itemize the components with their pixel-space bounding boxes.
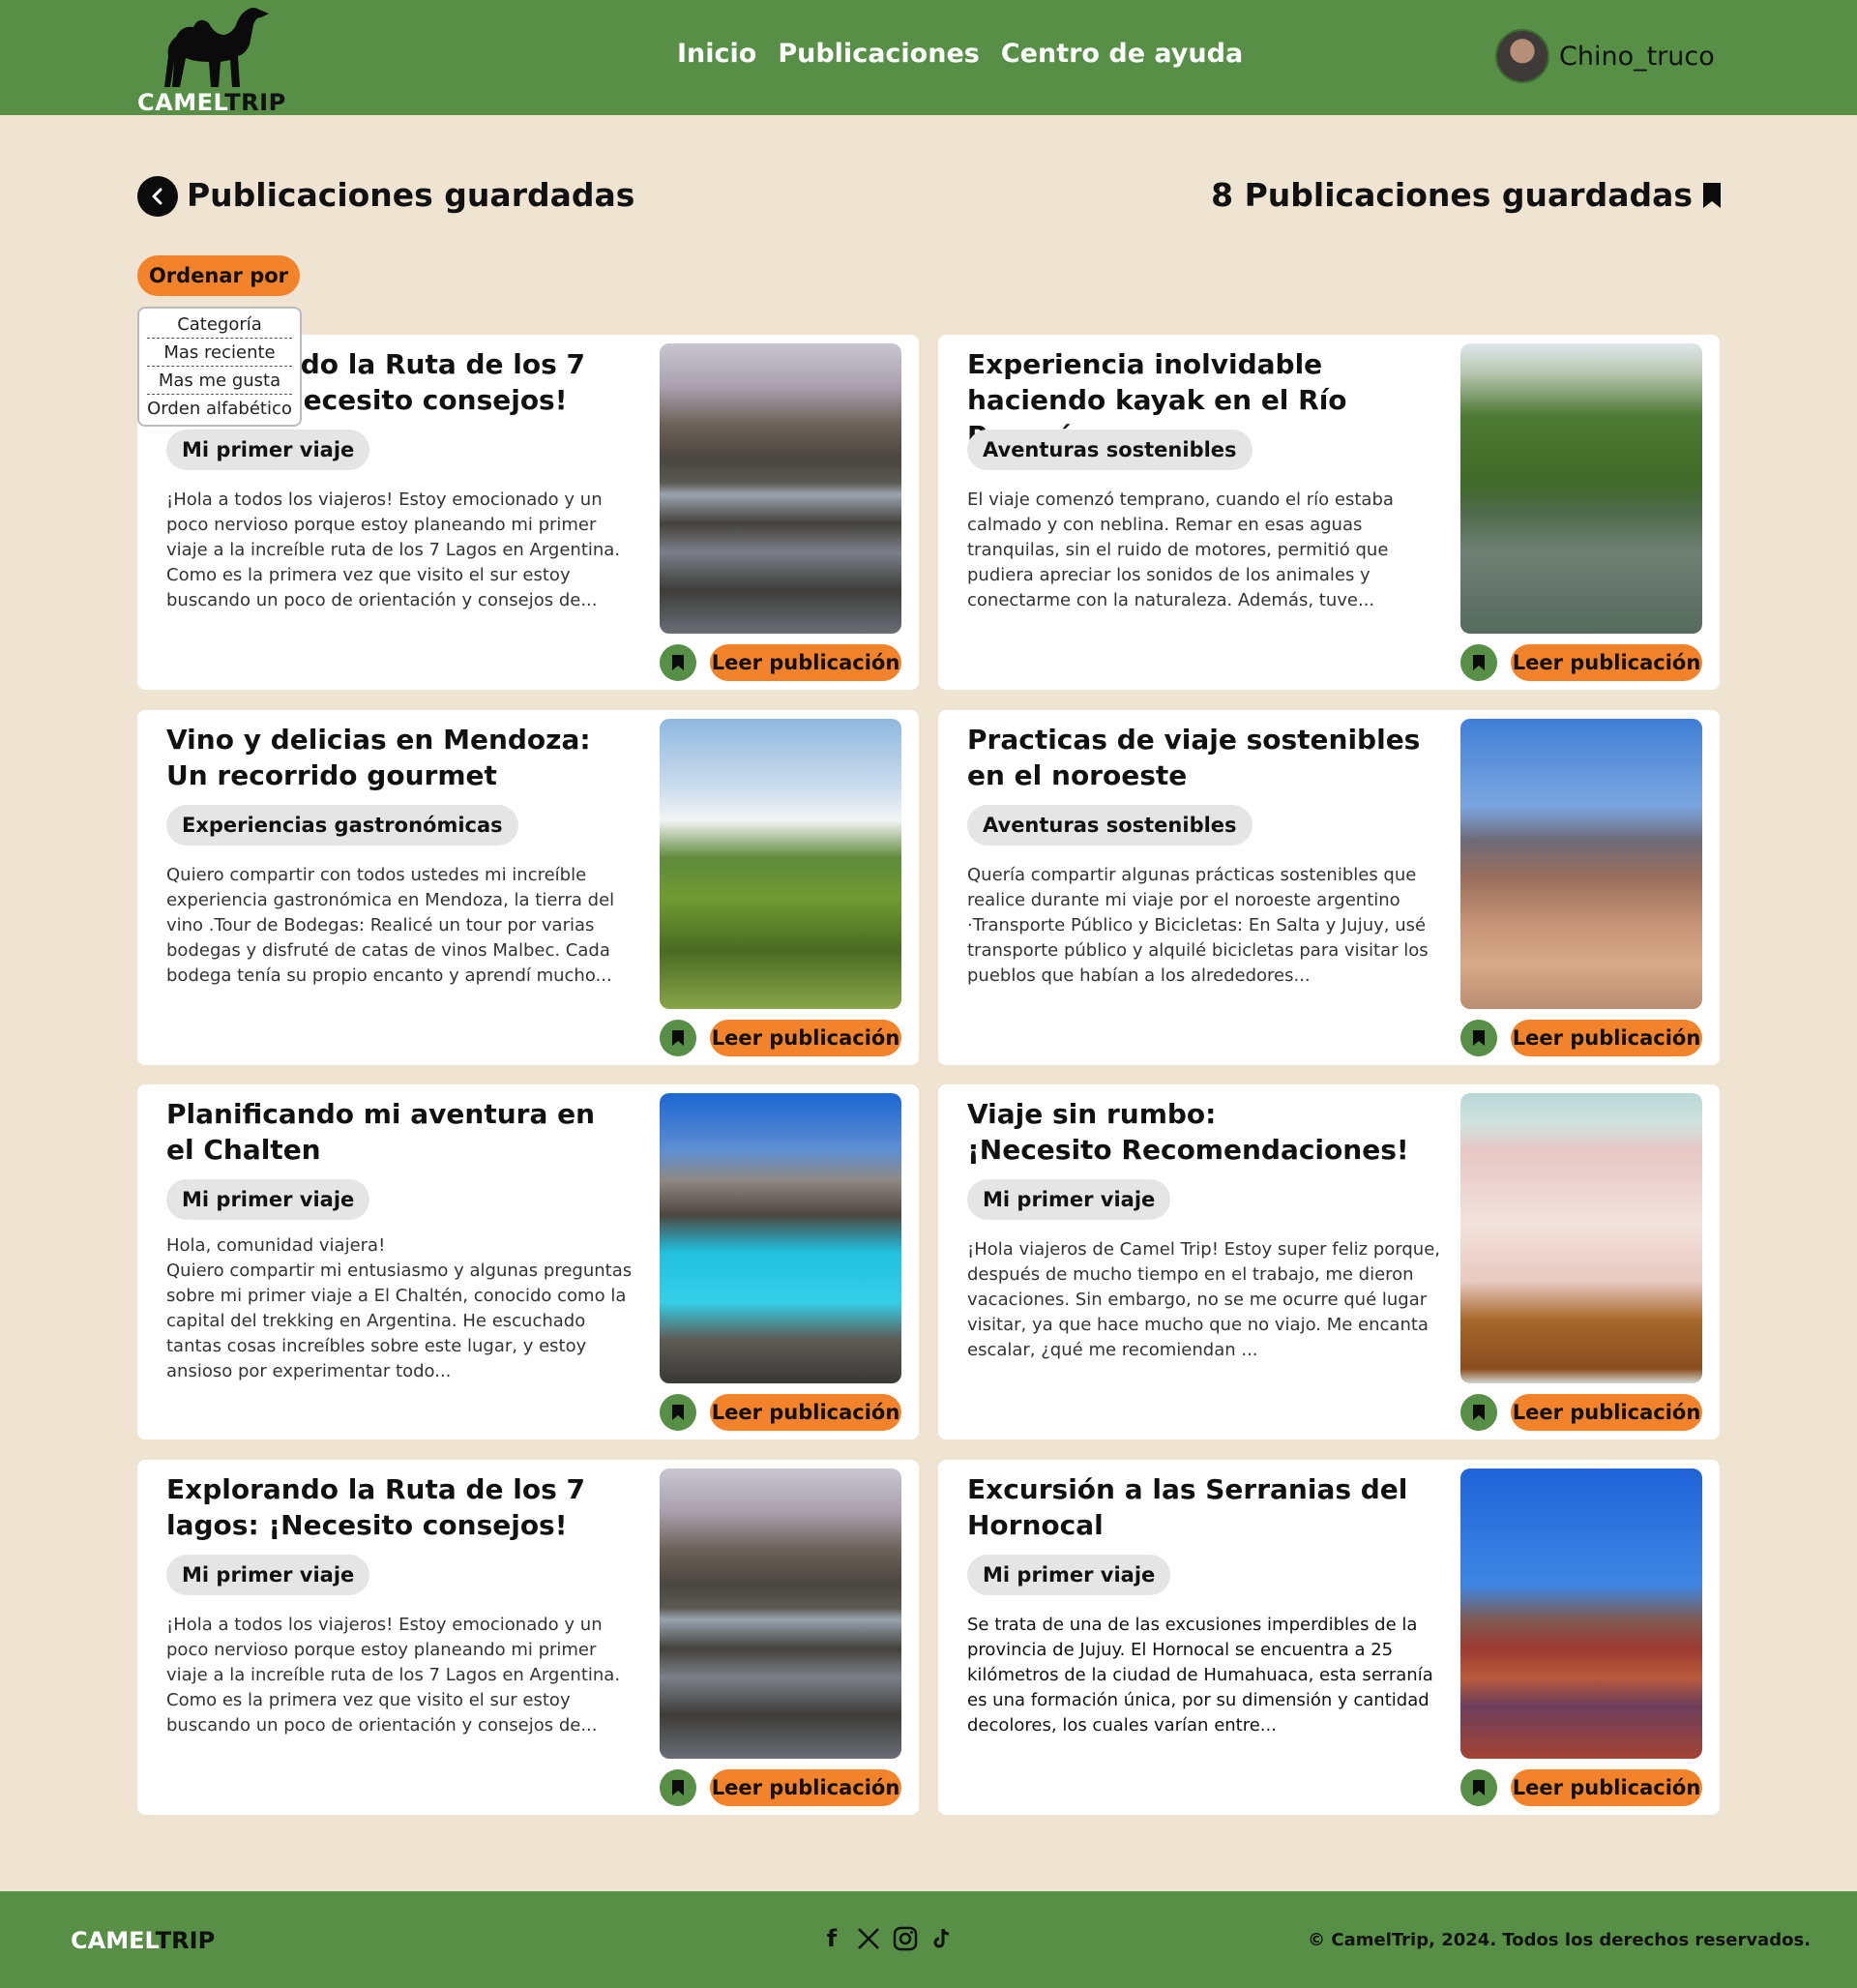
read-post-button[interactable]: Leer publicación [1511, 644, 1702, 681]
post-card: Viaje sin rumbo: ¡Necesito Recomendacion… [938, 1084, 1720, 1439]
post-excerpt: Quiero compartir con todos ustedes mi in… [166, 865, 615, 986]
bookmark-icon [1703, 182, 1721, 208]
post-category-tag: Mi primer viaje [166, 430, 370, 470]
saved-count-text: 8 Publicaciones guardadas [1211, 176, 1693, 214]
bookmark-button[interactable] [660, 644, 696, 681]
post-title: Practicas de viaje sostenibles en el nor… [967, 724, 1421, 791]
footer-logo[interactable]: CAMELTRIP [71, 1927, 215, 1954]
post-image [660, 719, 901, 1009]
post-image [660, 1469, 901, 1759]
post-excerpt: Se trata de una de las excusiones imperd… [967, 1615, 1433, 1736]
social-links: f [818, 1924, 956, 1953]
post-title: Planificando mi aventura en el Chalten [166, 1098, 596, 1166]
post-excerpt: ¡Hola viajeros de Camel Trip! Estoy supe… [967, 1239, 1440, 1360]
copyright-text: © CamelTrip, 2024. Todos los derechos re… [1308, 1930, 1811, 1950]
read-post-button[interactable]: Leer publicación [1511, 1020, 1702, 1056]
bookmark-icon [672, 1405, 684, 1420]
sort-option-alphabetical[interactable]: Orden alfabético [147, 395, 292, 423]
post-card: Vino y delicias en Mendoza: Un recorrido… [137, 710, 919, 1065]
footer-logo-trip: TRIP [155, 1927, 216, 1954]
post-image [1460, 1093, 1702, 1383]
post-title: Viaje sin rumbo: ¡Necesito Recomendacion… [967, 1098, 1409, 1166]
page-title: Publicaciones guardadas [187, 176, 635, 214]
read-post-button[interactable]: Leer publicación [710, 1769, 901, 1806]
post-image [660, 1093, 901, 1383]
post-title: Excursión a las Serranias del Hornocal [967, 1473, 1408, 1541]
instagram-icon[interactable] [892, 1924, 919, 1953]
read-post-button[interactable]: Leer publicación [710, 644, 901, 681]
bookmark-icon [672, 655, 684, 670]
logo-text-trip: TRIP [224, 89, 286, 116]
post-excerpt: Quería compartir algunas prácticas soste… [967, 865, 1429, 986]
sort-button[interactable]: Ordenar por [137, 255, 300, 296]
post-image [1460, 1469, 1702, 1759]
post-card: Planificando mi aventura en el Chalten M… [137, 1084, 919, 1439]
nav-centro-de-ayuda[interactable]: Centro de ayuda [1001, 39, 1243, 69]
bookmark-icon [1473, 1780, 1485, 1795]
post-category-tag: Mi primer viaje [967, 1555, 1171, 1595]
post-image [1460, 343, 1702, 634]
bookmark-icon [672, 1030, 684, 1046]
post-category-tag: Aventuras sostenibles [967, 805, 1253, 846]
post-card: Excursión a las Serranias del Hornocal M… [938, 1460, 1720, 1815]
read-post-button[interactable]: Leer publicación [710, 1020, 901, 1056]
bookmark-icon [1473, 1030, 1485, 1046]
bookmark-button[interactable] [1460, 1394, 1497, 1431]
facebook-icon[interactable]: f [818, 1924, 845, 1953]
post-category-tag: Aventuras sostenibles [967, 430, 1253, 470]
nav-publicaciones[interactable]: Publicaciones [778, 39, 980, 69]
sort-dropdown-menu: Categoría Mas reciente Mas me gusta Orde… [137, 307, 302, 427]
post-category-tag: Mi primer viaje [166, 1179, 370, 1220]
main-nav: Inicio Publicaciones Centro de ayuda [677, 39, 1243, 69]
camel-icon [164, 8, 269, 87]
bookmark-button[interactable] [1460, 644, 1497, 681]
cameltrip-logo[interactable]: CAMELTRIP [137, 6, 302, 116]
post-card: Experiencia inolvidable haciendo kayak e… [938, 335, 1720, 690]
bookmark-button[interactable] [660, 1020, 696, 1056]
post-category-tag: Experiencias gastronómicas [166, 805, 518, 846]
bookmark-button[interactable] [660, 1394, 696, 1431]
bookmark-icon [672, 1780, 684, 1795]
post-excerpt: ¡Hola a todos los viajeros! Estoy emocio… [166, 490, 621, 610]
post-title: Vino y delicias en Mendoza: Un recorrido… [166, 724, 591, 791]
chevron-left-icon [152, 188, 162, 205]
username: Chino_truco [1559, 41, 1715, 72]
post-image [660, 343, 901, 634]
post-excerpt: Hola, comunidad viajera! Quiero comparti… [166, 1235, 633, 1381]
bookmark-icon [1473, 1405, 1485, 1420]
footer-logo-camel: CAMEL [71, 1927, 156, 1954]
post-title: Explorando la Ruta de los 7 lagos: ¡Nece… [166, 1473, 586, 1541]
nav-inicio[interactable]: Inicio [677, 39, 756, 69]
sort-option-category[interactable]: Categoría [147, 311, 292, 339]
post-image [1460, 719, 1702, 1009]
read-post-button[interactable]: Leer publicación [1511, 1769, 1702, 1806]
bookmark-button[interactable] [1460, 1020, 1497, 1056]
bookmark-button[interactable] [660, 1769, 696, 1806]
tiktok-icon[interactable] [928, 1924, 956, 1953]
read-post-button[interactable]: Leer publicación [710, 1394, 901, 1431]
back-button[interactable] [137, 176, 178, 217]
post-card: Explorando la Ruta de los 7 lagos: ¡Nece… [137, 1460, 919, 1815]
user-profile[interactable]: Chino_truco [1495, 29, 1715, 83]
footer: CAMELTRIP f © CamelTrip, 2024. Todos los… [0, 1891, 1857, 1988]
post-category-tag: Mi primer viaje [166, 1555, 370, 1595]
bookmark-button[interactable] [1460, 1769, 1497, 1806]
bookmark-icon [1473, 655, 1485, 670]
avatar[interactable] [1495, 29, 1549, 83]
post-excerpt: El viaje comenzó temprano, cuando el río… [967, 490, 1394, 610]
read-post-button[interactable]: Leer publicación [1511, 1394, 1702, 1431]
logo-text-camel: CAMEL [137, 89, 225, 116]
top-navbar: CAMELTRIP Inicio Publicaciones Centro de… [0, 0, 1857, 116]
post-excerpt: ¡Hola a todos los viajeros! Estoy emocio… [166, 1615, 621, 1736]
sort-option-most-recent[interactable]: Mas reciente [147, 339, 292, 367]
post-card: Practicas de viaje sostenibles en el nor… [938, 710, 1720, 1065]
saved-count: 8 Publicaciones guardadas [1211, 176, 1722, 214]
x-icon[interactable] [855, 1924, 882, 1953]
sort-option-most-liked[interactable]: Mas me gusta [147, 367, 292, 395]
post-category-tag: Mi primer viaje [967, 1179, 1171, 1220]
